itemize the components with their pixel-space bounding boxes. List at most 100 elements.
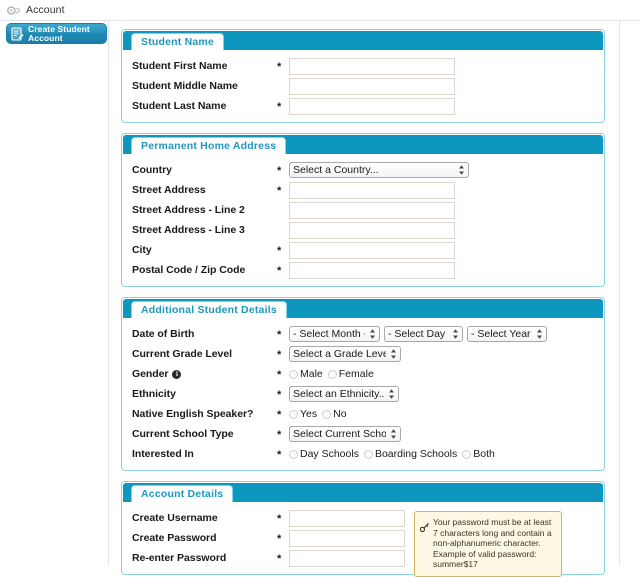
required-marker: * xyxy=(277,529,289,547)
field-label: Current School Type xyxy=(132,428,277,440)
required-marker: * xyxy=(277,549,289,567)
radio-label: Day Schools xyxy=(300,448,359,460)
street-address-line3-input[interactable] xyxy=(289,222,455,239)
form-row: City * xyxy=(122,240,604,260)
field-label: Create Username xyxy=(132,512,277,524)
gender-label-text: Gender xyxy=(132,368,168,380)
document-form-icon xyxy=(11,27,24,41)
required-marker: * xyxy=(277,425,289,443)
dob-month-select[interactable]: - Select Month - xyxy=(289,326,380,342)
dob-day-select[interactable]: - Select Day - xyxy=(384,326,463,342)
field-label: Current Grade Level xyxy=(132,348,277,360)
field-label: Re-enter Password xyxy=(132,552,277,564)
field-label: Street Address xyxy=(132,184,277,196)
password-hint-text: Your password must be at least 7 charact… xyxy=(433,517,552,569)
required-marker: * xyxy=(277,161,289,179)
field-label: Interested In xyxy=(132,448,277,460)
grade-level-select[interactable]: Select a Grade Level... xyxy=(289,346,401,362)
password-hint-tooltip: Your password must be at least 7 charact… xyxy=(414,511,562,577)
field-label: Street Address - Line 3 xyxy=(132,224,277,236)
student-middle-name-input[interactable] xyxy=(289,78,455,95)
form-row: Date of Birth * - Select Month - - Selec… xyxy=(122,324,604,344)
info-icon[interactable]: i xyxy=(172,370,181,379)
required-marker: * xyxy=(277,97,289,115)
form-row: Street Address * xyxy=(122,180,604,200)
panel-title: Additional Student Details xyxy=(131,301,287,318)
street-address-line2-input[interactable] xyxy=(289,202,455,219)
required-marker: * xyxy=(277,325,289,343)
ethnicity-select[interactable]: Select an Ethnicity... xyxy=(289,386,399,402)
radio-circle-icon xyxy=(289,450,298,459)
radio-circle-icon xyxy=(289,410,298,419)
radio-interested-boarding-schools[interactable]: Boarding Schools xyxy=(364,448,457,460)
required-marker: * xyxy=(277,241,289,259)
required-marker xyxy=(277,229,289,231)
field-label: City xyxy=(132,244,277,256)
country-select[interactable]: Select a Country... xyxy=(289,162,469,178)
create-password-input[interactable] xyxy=(289,530,405,547)
radio-gender-female[interactable]: Female xyxy=(328,368,374,380)
form-row: Current Grade Level * Select a Grade Lev… xyxy=(122,344,604,364)
panel-additional-student-details: Additional Student Details Date of Birth… xyxy=(121,297,605,471)
radio-label: Both xyxy=(473,448,495,460)
native-english-radio-group: Yes No xyxy=(289,408,352,420)
reenter-password-input[interactable] xyxy=(289,550,405,567)
key-icon xyxy=(420,523,429,532)
current-school-type-select[interactable]: Select Current School xyxy=(289,426,401,442)
panel-header: Additional Student Details xyxy=(123,299,603,318)
form-row: Country * Select a Country... xyxy=(122,160,604,180)
field-label: Postal Code / Zip Code xyxy=(132,264,277,276)
account-topbar: Account xyxy=(0,0,640,21)
form-row: Current School Type * Select Current Sch… xyxy=(122,424,604,444)
radio-interested-both[interactable]: Both xyxy=(462,448,495,460)
field-label: Country xyxy=(132,164,277,176)
student-first-name-input[interactable] xyxy=(289,58,455,75)
panel-body: Country * Select a Country... Street Add… xyxy=(122,154,604,280)
panel-account-details: Account Details Create Username * Create… xyxy=(121,481,605,575)
form-row: Gender i * Male Female xyxy=(122,364,604,384)
dob-year-select[interactable]: - Select Year - xyxy=(467,326,547,342)
field-label: Create Password xyxy=(132,532,277,544)
radio-label: Boarding Schools xyxy=(375,448,457,460)
panel-body: Student First Name * Student Middle Name… xyxy=(122,50,604,116)
required-marker xyxy=(277,209,289,211)
street-address-input[interactable] xyxy=(289,182,455,199)
required-marker: * xyxy=(277,365,289,383)
student-last-name-input[interactable] xyxy=(289,98,455,115)
required-marker xyxy=(277,85,289,87)
required-marker: * xyxy=(277,57,289,75)
required-marker: * xyxy=(277,405,289,423)
city-input[interactable] xyxy=(289,242,455,259)
form-row: Student Middle Name xyxy=(122,76,604,96)
create-username-input[interactable] xyxy=(289,510,405,527)
radio-native-english-yes[interactable]: Yes xyxy=(289,408,317,420)
field-label: Native English Speaker? xyxy=(132,408,277,420)
panel-body: Date of Birth * - Select Month - - Selec… xyxy=(122,318,604,464)
field-label: Date of Birth xyxy=(132,328,277,340)
gear-icon[interactable] xyxy=(7,5,20,16)
radio-label: Male xyxy=(300,368,323,380)
required-marker: * xyxy=(277,509,289,527)
form-row: Student Last Name * xyxy=(122,96,604,116)
required-marker: * xyxy=(277,181,289,199)
sidebar-item-create-student-account[interactable]: Create Student Account xyxy=(6,23,107,44)
required-marker: * xyxy=(277,345,289,363)
postal-code-input[interactable] xyxy=(289,262,455,279)
form-row: Postal Code / Zip Code * xyxy=(122,260,604,280)
radio-native-english-no[interactable]: No xyxy=(322,408,346,420)
panel-title: Account Details xyxy=(131,485,233,502)
field-label: Gender i xyxy=(132,368,277,380)
radio-label: No xyxy=(333,408,346,420)
radio-gender-male[interactable]: Male xyxy=(289,368,323,380)
panel-title: Student Name xyxy=(131,33,224,50)
sidebar-item-label: Create Student Account xyxy=(28,25,90,43)
panel-permanent-home-address: Permanent Home Address Country * Select … xyxy=(121,133,605,287)
radio-circle-icon xyxy=(322,410,331,419)
field-label: Ethnicity xyxy=(132,388,277,400)
radio-interested-day-schools[interactable]: Day Schools xyxy=(289,448,359,460)
form-row: Street Address - Line 2 xyxy=(122,200,604,220)
required-marker: * xyxy=(277,261,289,279)
form-row: Student First Name * xyxy=(122,56,604,76)
form-row: Interested In * Day Schools Boarding Sch… xyxy=(122,444,604,464)
radio-circle-icon xyxy=(328,370,337,379)
